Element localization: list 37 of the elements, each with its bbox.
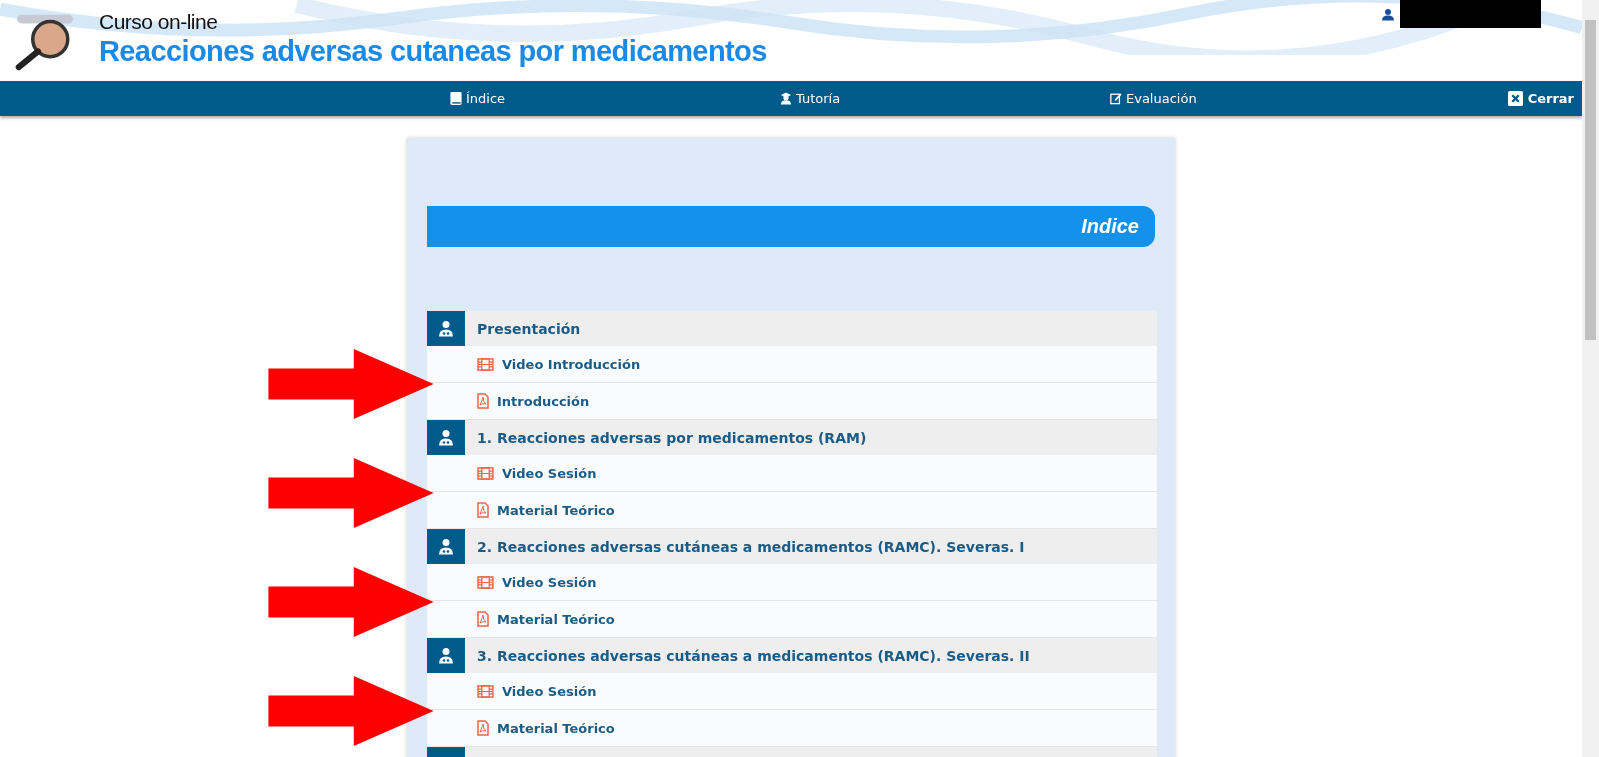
lesson-link[interactable]: Video Sesión (427, 673, 1157, 710)
lesson-link[interactable]: Material Teórico (427, 710, 1157, 747)
scrollbar[interactable] (1582, 0, 1599, 757)
teacher-icon (780, 92, 792, 105)
section-title: Presentación (477, 320, 581, 337)
lesson-link[interactable]: Video Sesión (427, 564, 1157, 601)
section-title: 2. Reacciones adversas cutáneas a medicamentos (RAMC). Severas. I (477, 538, 1025, 555)
course-title: Reacciones adversas cutaneas por medicamentos (99, 34, 767, 68)
pdf-icon (477, 393, 489, 409)
lesson-link[interactable]: Video Sesión (427, 455, 1157, 492)
doctor-icon (427, 420, 465, 455)
book-icon (450, 92, 462, 105)
doctor-icon (427, 311, 465, 346)
index-heading: Indice (427, 206, 1155, 247)
close-button[interactable]: Cerrar (1507, 91, 1574, 106)
doctor-icon (427, 638, 465, 673)
pdf-icon (477, 720, 489, 736)
film-icon (477, 466, 494, 480)
edit-icon (1110, 92, 1122, 105)
film-icon (477, 684, 494, 698)
close-icon (1507, 91, 1523, 106)
lesson-link[interactable]: Material Teórico (427, 601, 1157, 638)
section-title: 1. Reacciones adversas por medicamentos (RAM) (477, 429, 867, 446)
lesson-link[interactable]: Introducción (427, 383, 1157, 420)
pdf-icon (477, 502, 489, 518)
course-subtitle: Curso on-line (99, 10, 219, 34)
film-icon (477, 575, 494, 589)
pdf-icon (477, 611, 489, 627)
film-icon (477, 357, 494, 371)
doctor-icon (427, 529, 465, 564)
nav-link[interactable]: Índice (450, 91, 780, 106)
user-icon[interactable] (1382, 8, 1394, 21)
nav-link[interactable]: Tutoría (780, 91, 1110, 106)
lesson-link[interactable]: Video Introducción (427, 346, 1157, 383)
nav-link[interactable]: Evaluación (1110, 91, 1440, 106)
section-title: 3. Reacciones adversas cutáneas a medicamentos (RAMC). Severas. II (477, 647, 1030, 664)
lesson-link[interactable]: Material Teórico (427, 492, 1157, 529)
